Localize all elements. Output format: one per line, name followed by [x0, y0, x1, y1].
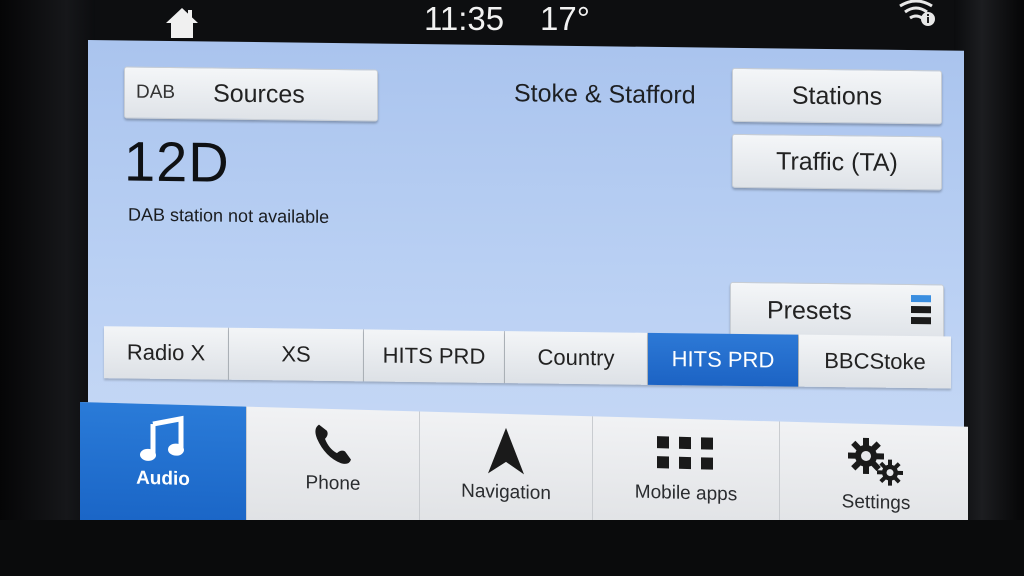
preset-bar: Radio X XS HITS PRD Country HITS PRD BBC…: [104, 326, 951, 389]
gears-icon: [848, 437, 903, 486]
nav-audio[interactable]: Audio: [80, 402, 247, 529]
nav-mobile-apps-label: Mobile apps: [634, 481, 738, 506]
preset-6[interactable]: BBCStoke: [799, 334, 951, 389]
nav-audio-label: Audio: [136, 467, 190, 491]
traffic-button[interactable]: Traffic (TA): [732, 133, 942, 191]
station-status: DAB station not available: [128, 204, 330, 227]
sources-label: Sources: [213, 79, 305, 109]
presets-button[interactable]: Presets: [730, 281, 944, 341]
preset-4[interactable]: Country: [505, 331, 648, 385]
phone-icon: [315, 424, 351, 464]
nav-navigation-label: Navigation: [461, 480, 551, 505]
preset-1[interactable]: Radio X: [104, 326, 229, 380]
temperature: 17°: [540, 0, 590, 37]
music-note-icon: [140, 415, 184, 461]
nav-settings-label: Settings: [841, 491, 911, 515]
audio-screen: DAB Sources Stoke & Stafford Stations Tr…: [88, 40, 964, 431]
wifi-info-icon: [898, 0, 938, 28]
lower-bezel: [0, 520, 1024, 576]
stations-button[interactable]: Stations: [732, 67, 942, 125]
preset-3[interactable]: HITS PRD: [364, 329, 505, 384]
navigation-arrow-icon: [488, 427, 524, 475]
clock: 11:35: [424, 0, 505, 37]
home-icon[interactable]: [164, 6, 200, 40]
station-frequency: 12D: [124, 129, 230, 194]
nav-phone[interactable]: Phone: [247, 406, 420, 534]
apps-grid-icon: [657, 436, 713, 470]
band-label: DAB: [136, 81, 176, 104]
nav-phone-label: Phone: [305, 472, 361, 495]
preset-5[interactable]: HITS PRD: [648, 332, 799, 387]
list-icon: [911, 295, 931, 331]
preset-2[interactable]: XS: [229, 327, 364, 382]
presets-label: Presets: [767, 295, 852, 325]
status-bar: 11:35 17°: [0, 0, 1024, 44]
region-label: Stoke & Stafford: [514, 79, 696, 110]
sources-button[interactable]: DAB Sources: [124, 66, 378, 122]
